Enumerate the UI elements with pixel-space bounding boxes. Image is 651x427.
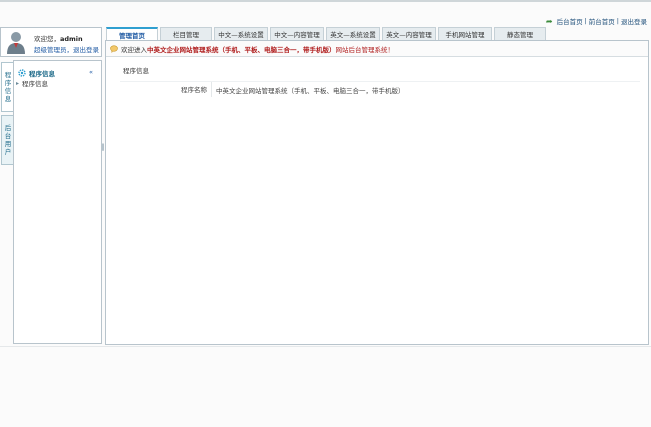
- welcome-notice: 欢迎进入 中英文企业网站管理系统（手机、平板、电脑三合一，带手机版） 网站后台管…: [106, 41, 648, 57]
- menu-heading: 程序信息: [18, 68, 55, 78]
- link-separator: |: [584, 17, 587, 25]
- role-link[interactable]: 超级管理员: [34, 46, 67, 54]
- footer-divider: [0, 346, 651, 347]
- tab-mobile-site-management[interactable]: 手机网站管理: [438, 27, 492, 40]
- tab-cn-content-management[interactable]: 中文—内容管理: [270, 27, 324, 40]
- left-menu-panel: 程序信息 « ▸ 程序信息: [13, 60, 102, 344]
- tab-en-system-settings[interactable]: 英文—系统设置: [326, 27, 380, 40]
- main-tabs: 管理首页 栏目管理 中文—系统设置 中文—内容管理 英文—系统设置 英文—内容管…: [106, 27, 546, 40]
- username: admin: [60, 35, 83, 43]
- tab-cn-system-settings[interactable]: 中文—系统设置: [214, 27, 268, 40]
- tab-admin-home[interactable]: 管理首页: [106, 27, 158, 40]
- admin-home-link[interactable]: 后台首页: [557, 16, 583, 26]
- gear-icon: [18, 69, 26, 77]
- top-links: ➦ 后台首页 | 前台首页 | 退出登录: [545, 16, 647, 27]
- menu-item-program-info[interactable]: ▸ 程序信息: [16, 78, 48, 89]
- link-separator: |: [616, 17, 619, 25]
- tab-column-management[interactable]: 栏目管理: [160, 27, 212, 40]
- program-info-section: 程序信息 程序名称 中英文企业网站管理系统（手机、平板、电脑三合一，带手机版）: [120, 65, 640, 97]
- collapse-icon[interactable]: «: [89, 68, 93, 76]
- speech-bubble-icon: [110, 44, 118, 53]
- role-links: 超级管理员，退出登录: [34, 46, 99, 54]
- welcome-text: 欢迎您，admin: [34, 35, 83, 43]
- main-content-frame: 欢迎进入 中英文企业网站管理系统（手机、平板、电脑三合一，带手机版） 网站后台管…: [105, 40, 649, 345]
- top-border: [0, 0, 651, 2]
- user-box: 欢迎您，admin 超级管理员，退出登录: [0, 27, 102, 57]
- tab-static-management[interactable]: 静态管理: [494, 27, 546, 40]
- user-avatar-icon: [7, 32, 25, 54]
- info-row: 程序名称 中英文企业网站管理系统（手机、平板、电脑三合一，带手机版）: [120, 81, 640, 97]
- user-logout-link[interactable]: 退出登录: [73, 46, 99, 54]
- info-key: 程序名称: [120, 82, 212, 97]
- section-title: 程序信息: [123, 67, 149, 75]
- share-arrow-icon: ➦: [545, 16, 553, 26]
- system-name: 中英文企业网站管理系统（手机、平板、电脑三合一，带手机版）: [147, 45, 336, 54]
- logout-link[interactable]: 退出登录: [621, 16, 647, 26]
- frontend-home-link[interactable]: 前台首页: [589, 16, 615, 26]
- triangle-right-icon: ▸: [16, 79, 20, 87]
- tab-en-content-management[interactable]: 英文—内容管理: [382, 27, 436, 40]
- info-value: 中英文企业网站管理系统（手机、平板、电脑三合一，带手机版）: [216, 86, 405, 95]
